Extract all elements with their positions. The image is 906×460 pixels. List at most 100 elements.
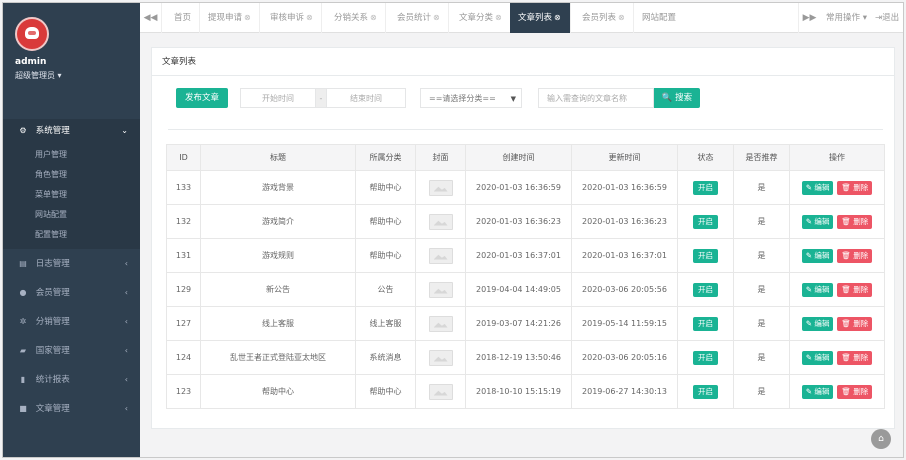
close-icon[interactable]: ⊗ (370, 3, 377, 33)
tab-home[interactable]: 首页 (166, 3, 201, 33)
cell-category: 线上客服 (355, 306, 416, 341)
image-placeholder-icon[interactable] (428, 349, 453, 366)
image-placeholder-icon[interactable] (428, 213, 453, 230)
status-toggle[interactable]: 开启 (693, 384, 718, 399)
cell-actions: ✎ 编辑 🗑 删除 (789, 170, 885, 205)
status-toggle[interactable]: 开启 (693, 350, 718, 365)
table-header-row: ID 标题 所属分类 封面 创建时间 更新时间 状态 是否推荐 操作 (166, 144, 885, 171)
user-role-dropdown[interactable]: 超级管理员 ▾ (15, 70, 140, 81)
cell-status: 开启 (677, 374, 734, 409)
sidebar-subitem-menus[interactable]: 菜单管理 (3, 185, 140, 205)
sidebar-item-system[interactable]: ⚙ 系统管理 ⌄ (3, 119, 140, 143)
cell-actions: ✎ 编辑 🗑 删除 (789, 238, 885, 273)
sidebar-item-label: 文章管理 (35, 404, 70, 414)
close-icon[interactable]: ⊗ (306, 3, 313, 33)
tab-scroll-left-button[interactable]: ◀◀ (140, 3, 162, 33)
chevron-down-icon: ⌄ (121, 126, 128, 135)
sidebar-subitem-site-config[interactable]: 网站配置 (3, 205, 140, 225)
cell-title: 游戏规则 (200, 238, 356, 273)
status-toggle[interactable]: 开启 (693, 214, 718, 229)
column-header-id[interactable]: ID (166, 144, 201, 171)
delete-button[interactable]: 🗑 删除 (837, 282, 873, 297)
tab-appeal[interactable]: 审核申诉 ⊗ (262, 3, 322, 33)
chart-icon: ▮ (20, 375, 26, 384)
edit-button[interactable]: ✎ 编辑 (801, 248, 834, 263)
close-icon[interactable]: ⊗ (433, 3, 440, 33)
search-button[interactable]: 🔍 搜索 (654, 88, 700, 108)
edit-button[interactable]: ✎ 编辑 (801, 282, 834, 297)
cell-title: 乱世王者正式登陆亚太地区 (200, 340, 356, 375)
home-icon[interactable]: ⌂ (871, 429, 891, 449)
delete-button[interactable]: 🗑 删除 (837, 248, 873, 263)
tab-article-category[interactable]: 文章分类 ⊗ (451, 3, 511, 33)
image-placeholder-icon[interactable] (428, 383, 453, 400)
sidebar-item-distribution[interactable]: ✲ 分销管理 ‹ (3, 307, 140, 336)
end-time-input[interactable]: 结束时间 (326, 88, 406, 108)
close-icon[interactable]: ⊗ (554, 3, 561, 33)
edit-button[interactable]: ✎ 编辑 (801, 384, 834, 399)
tab-label: 文章列表 (518, 13, 553, 23)
cell-id: 132 (166, 204, 201, 239)
delete-button[interactable]: 🗑 删除 (837, 350, 873, 365)
tab-scroll-right-button[interactable]: ▶▶ (798, 3, 820, 33)
logout-button[interactable]: ⇥退出 (875, 3, 899, 33)
category-select[interactable]: ==请选择分类== ▼ (420, 88, 522, 108)
cell-created: 2018-10-10 15:15:19 (465, 374, 572, 409)
tab-label: 网站配置 (642, 13, 677, 23)
status-toggle[interactable]: 开启 (693, 248, 718, 263)
cell-id: 133 (166, 170, 201, 205)
sidebar-subitem-users[interactable]: 用户管理 (3, 145, 140, 165)
sidebar-item-members[interactable]: ● 会员管理 ‹ (3, 278, 140, 307)
edit-button[interactable]: ✎ 编辑 (801, 350, 834, 365)
search-input[interactable]: 输入需查询的文章名称 (538, 88, 654, 108)
tab-member-list[interactable]: 会员列表 ⊗ (574, 3, 634, 33)
tab-member-stats[interactable]: 会员统计 ⊗ (389, 3, 449, 33)
tab-article-list[interactable]: 文章列表 ⊗ (510, 3, 571, 33)
status-toggle[interactable]: 开启 (693, 282, 718, 297)
publish-article-button[interactable]: 发布文章 (176, 88, 228, 108)
image-placeholder-icon[interactable] (428, 315, 453, 332)
close-icon[interactable]: ⊗ (244, 3, 251, 33)
category-select-value: ==请选择分类== (429, 94, 496, 103)
delete-button[interactable]: 🗑 删除 (837, 316, 873, 331)
cell-title: 游戏简介 (200, 204, 356, 239)
cell-actions: ✎ 编辑 🗑 删除 (789, 306, 885, 341)
article-list-panel: 文章列表 发布文章 开始时间 - 结束时间 ==请选择分类== ▼ 输入需查询的… (151, 47, 895, 429)
column-header-created[interactable]: 创建时间 (465, 144, 572, 171)
edit-button[interactable]: ✎ 编辑 (801, 316, 834, 331)
column-header-cover[interactable]: 封面 (415, 144, 466, 171)
sidebar-item-reports[interactable]: ▮ 统计报表 ‹ (3, 365, 140, 394)
status-toggle[interactable]: 开启 (693, 180, 718, 195)
sidebar-item-articles[interactable]: ■ 文章管理 ‹ (3, 394, 140, 423)
common-ops-dropdown[interactable]: 常用操作 ▾ (826, 3, 867, 33)
tab-withdraw[interactable]: 提现申请 ⊗ (200, 3, 260, 33)
sidebar-subitem-roles[interactable]: 角色管理 (3, 165, 140, 185)
column-header-recommended[interactable]: 是否推荐 (733, 144, 790, 171)
sidebar-item-label: 系统管理 (35, 126, 70, 136)
chevron-left-icon: ‹ (124, 317, 128, 326)
app-window: admin 超级管理员 ▾ ⚙ 系统管理 ⌄ 用户管理 角色管理 菜单管理 网站… (2, 2, 904, 458)
image-placeholder-icon[interactable] (428, 179, 453, 196)
status-toggle[interactable]: 开启 (693, 316, 718, 331)
edit-button[interactable]: ✎ 编辑 (801, 214, 834, 229)
tab-distribution[interactable]: 分销关系 ⊗ (326, 3, 386, 33)
cell-recommended: 是 (733, 170, 790, 205)
edit-button[interactable]: ✎ 编辑 (801, 180, 834, 195)
image-placeholder-icon[interactable] (428, 281, 453, 298)
tab-site-config[interactable]: 网站配置 (634, 3, 684, 33)
column-header-status[interactable]: 状态 (677, 144, 734, 171)
close-icon[interactable]: ⊗ (495, 3, 502, 33)
delete-button[interactable]: 🗑 删除 (837, 214, 873, 229)
column-header-category[interactable]: 所属分类 (355, 144, 416, 171)
column-header-updated[interactable]: 更新时间 (571, 144, 678, 171)
start-time-input[interactable]: 开始时间 (240, 88, 316, 108)
close-icon[interactable]: ⊗ (618, 3, 625, 33)
column-header-title[interactable]: 标题 (200, 144, 356, 171)
delete-button[interactable]: 🗑 删除 (837, 180, 873, 195)
sidebar-subitem-config[interactable]: 配置管理 (3, 225, 140, 245)
delete-button[interactable]: 🗑 删除 (837, 384, 873, 399)
sidebar-item-countries[interactable]: ▰ 国家管理 ‹ (3, 336, 140, 365)
avatar[interactable] (15, 17, 49, 51)
sidebar-item-logs[interactable]: ▤ 日志管理 ‹ (3, 249, 140, 278)
image-placeholder-icon[interactable] (428, 247, 453, 264)
